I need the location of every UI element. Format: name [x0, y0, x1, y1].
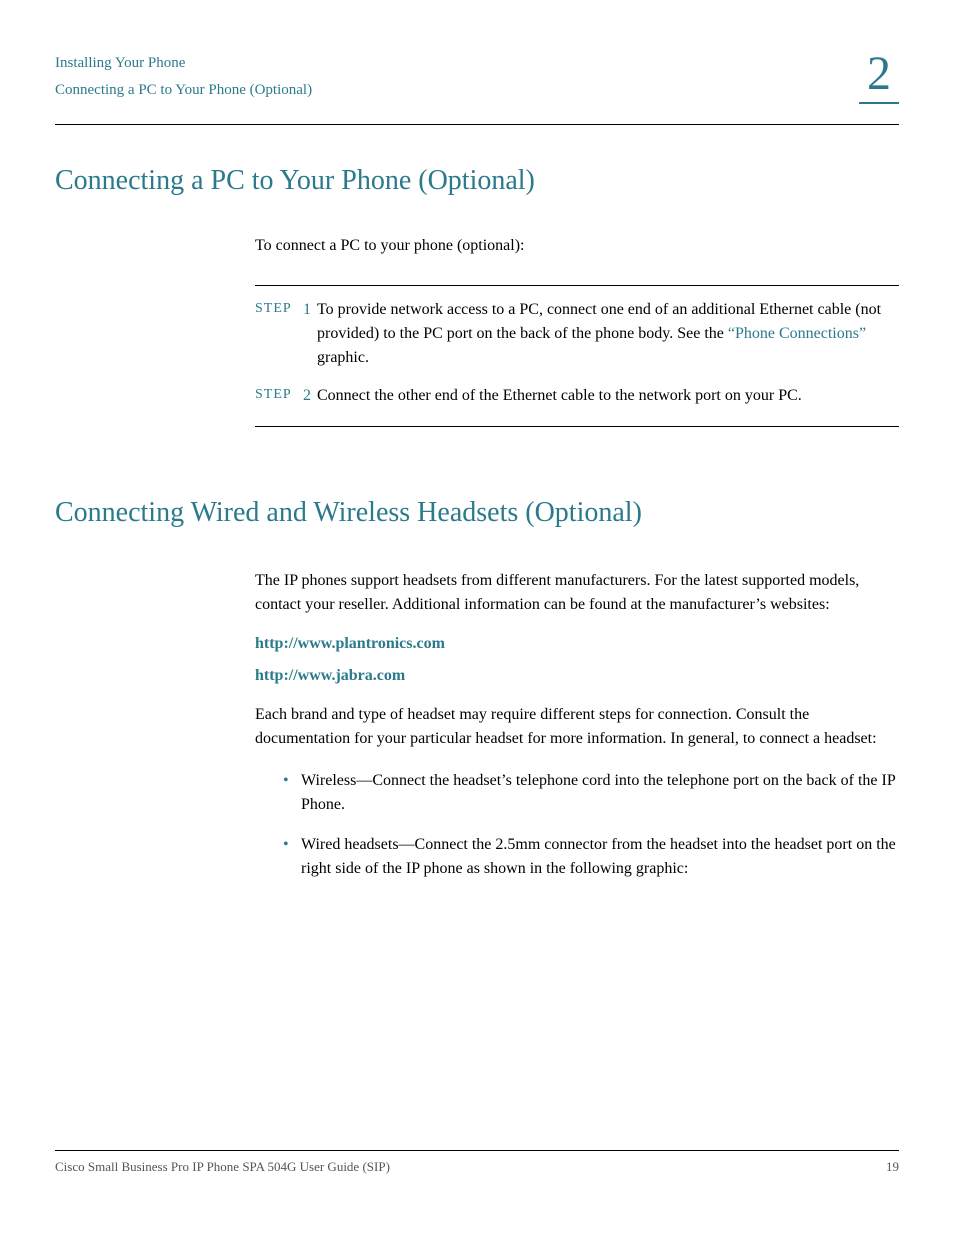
step-row-1: STEP 1 To provide network access to a PC… [325, 298, 899, 370]
chapter-number: 2 [859, 50, 899, 104]
step-row-2: STEP 2 Connect the other end of the Ethe… [325, 384, 899, 408]
section-heading-headsets: Connecting Wired and Wireless Headsets (… [55, 497, 899, 529]
step-text: To provide network access to a PC, conne… [317, 298, 899, 370]
headset-bullet-list: Wireless—Connect the headset’s telephone… [283, 769, 899, 881]
step-rule-top [255, 285, 899, 286]
section2: Connecting Wired and Wireless Headsets (… [55, 497, 899, 881]
step-number: 2 [303, 384, 317, 408]
step-number: 1 [303, 298, 317, 370]
breadcrumb: Installing Your Phone Connecting a PC to… [55, 50, 312, 104]
footer-title: Cisco Small Business Pro IP Phone SPA 50… [55, 1159, 390, 1175]
section2-para2: Each brand and type of headset may requi… [255, 703, 899, 751]
step1-text-after: graphic. [317, 349, 369, 366]
breadcrumb-section: Connecting a PC to Your Phone (Optional) [55, 77, 312, 104]
section1-content: To connect a PC to your phone (optional)… [255, 237, 899, 427]
step-rule-bottom [255, 426, 899, 427]
step-label: STEP [255, 298, 305, 370]
section-heading-connect-pc: Connecting a PC to Your Phone (Optional) [55, 165, 899, 197]
section2-para1: The IP phones support headsets from diff… [255, 569, 899, 617]
plantronics-link[interactable]: http://www.plantronics.com [255, 635, 899, 653]
jabra-link[interactable]: http://www.jabra.com [255, 667, 899, 685]
section1-intro: To connect a PC to your phone (optional)… [255, 237, 899, 255]
footer-rule [55, 1150, 899, 1151]
step-text: Connect the other end of the Ethernet ca… [317, 384, 899, 408]
section2-content: The IP phones support headsets from diff… [255, 569, 899, 881]
page-footer: Cisco Small Business Pro IP Phone SPA 50… [55, 1150, 899, 1175]
phone-connections-link[interactable]: “Phone Connections” [728, 325, 866, 342]
bullet-wired: Wired headsets—Connect the 2.5mm connect… [283, 833, 899, 881]
breadcrumb-chapter: Installing Your Phone [55, 50, 312, 77]
page-header: Installing Your Phone Connecting a PC to… [55, 50, 899, 104]
footer-page-number: 19 [886, 1159, 899, 1175]
header-rule [55, 124, 899, 125]
step-label: STEP [255, 384, 305, 408]
bullet-wireless: Wireless—Connect the headset’s telephone… [283, 769, 899, 817]
